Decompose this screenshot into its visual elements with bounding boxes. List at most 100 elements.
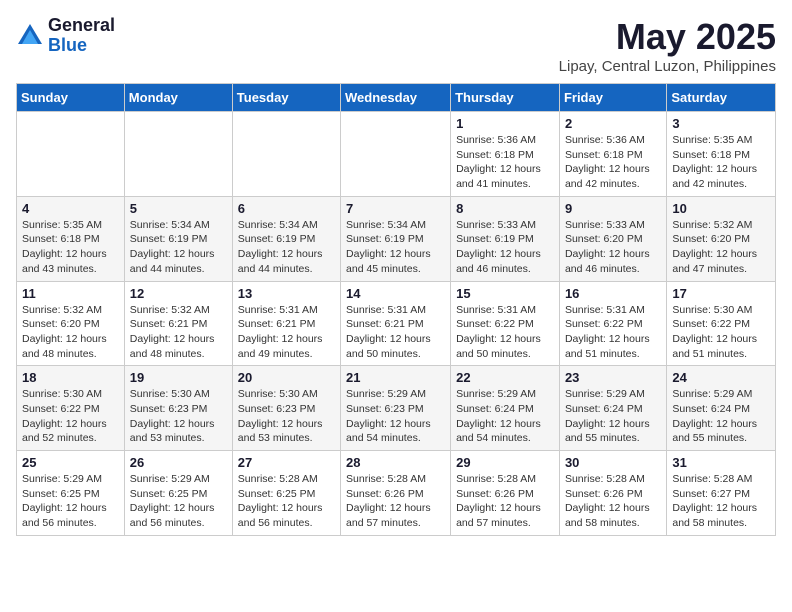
logo-blue: Blue xyxy=(48,36,115,56)
week-row-2: 4Sunrise: 5:35 AM Sunset: 6:18 PM Daylig… xyxy=(17,196,776,281)
day-info: Sunrise: 5:36 AM Sunset: 6:18 PM Dayligh… xyxy=(565,133,661,192)
day-number: 11 xyxy=(22,286,119,301)
day-info: Sunrise: 5:30 AM Sunset: 6:23 PM Dayligh… xyxy=(238,387,335,446)
day-number: 28 xyxy=(346,455,445,470)
day-number: 2 xyxy=(565,116,661,131)
calendar-cell: 2 Sunrise: 5:36 AM Sunset: 6:18 PM Daylig… xyxy=(559,112,666,197)
calendar-cell: 4Sunrise: 5:35 AM Sunset: 6:18 PM Daylig… xyxy=(17,196,125,281)
calendar-cell: 15 Sunrise: 5:31 AM Sunset: 6:22 PM Dayli… xyxy=(451,281,560,366)
day-info: Sunrise: 5:29 AM Sunset: 6:24 PM Dayligh… xyxy=(456,387,554,446)
main-title: May 2025 xyxy=(559,16,776,58)
day-number: 30 xyxy=(565,455,661,470)
weekday-header-wednesday: Wednesday xyxy=(341,84,451,112)
weekday-header-friday: Friday xyxy=(559,84,666,112)
day-info: Sunrise: 5:35 AM Sunset: 6:18 PM Dayligh… xyxy=(672,133,770,192)
day-info: Sunrise: 5:34 AM Sunset: 6:19 PM Dayligh… xyxy=(346,218,445,277)
calendar-cell: 27 Sunrise: 5:28 AM Sunset: 6:25 PM Dayli… xyxy=(232,451,340,536)
calendar-cell: 19Sunrise: 5:30 AM Sunset: 6:23 PM Dayli… xyxy=(124,366,232,451)
weekday-header-sunday: Sunday xyxy=(17,84,125,112)
day-info: Sunrise: 5:28 AM Sunset: 6:25 PM Dayligh… xyxy=(238,472,335,531)
day-number: 10 xyxy=(672,201,770,216)
day-info: Sunrise: 5:30 AM Sunset: 6:22 PM Dayligh… xyxy=(22,387,119,446)
day-info: Sunrise: 5:29 AM Sunset: 6:24 PM Dayligh… xyxy=(565,387,661,446)
day-number: 21 xyxy=(346,370,445,385)
calendar-cell: 22 Sunrise: 5:29 AM Sunset: 6:24 PM Dayli… xyxy=(451,366,560,451)
weekday-header-monday: Monday xyxy=(124,84,232,112)
day-number: 3 xyxy=(672,116,770,131)
logo-general: General xyxy=(48,16,115,36)
day-number: 13 xyxy=(238,286,335,301)
day-number: 31 xyxy=(672,455,770,470)
weekday-header-row: SundayMondayTuesdayWednesdayThursdayFrid… xyxy=(17,84,776,112)
day-info: Sunrise: 5:32 AM Sunset: 6:20 PM Dayligh… xyxy=(672,218,770,277)
day-info: Sunrise: 5:34 AM Sunset: 6:19 PM Dayligh… xyxy=(238,218,335,277)
day-info: Sunrise: 5:30 AM Sunset: 6:22 PM Dayligh… xyxy=(672,303,770,362)
calendar-table: SundayMondayTuesdayWednesdayThursdayFrid… xyxy=(16,83,776,536)
week-row-3: 11 Sunrise: 5:32 AM Sunset: 6:20 PM Dayli… xyxy=(17,281,776,366)
day-number: 23 xyxy=(565,370,661,385)
calendar-cell: 8 Sunrise: 5:33 AM Sunset: 6:19 PM Daylig… xyxy=(451,196,560,281)
calendar-cell: 3 Sunrise: 5:35 AM Sunset: 6:18 PM Daylig… xyxy=(667,112,776,197)
week-row-4: 18 Sunrise: 5:30 AM Sunset: 6:22 PM Dayli… xyxy=(17,366,776,451)
day-info: Sunrise: 5:33 AM Sunset: 6:19 PM Dayligh… xyxy=(456,218,554,277)
day-info: Sunrise: 5:29 AM Sunset: 6:23 PM Dayligh… xyxy=(346,387,445,446)
day-info: Sunrise: 5:33 AM Sunset: 6:20 PM Dayligh… xyxy=(565,218,661,277)
title-section: May 2025 Lipay, Central Luzon, Philippin… xyxy=(559,16,776,75)
day-info: Sunrise: 5:32 AM Sunset: 6:21 PM Dayligh… xyxy=(130,303,227,362)
day-info: Sunrise: 5:29 AM Sunset: 6:25 PM Dayligh… xyxy=(130,472,227,531)
day-info: Sunrise: 5:28 AM Sunset: 6:26 PM Dayligh… xyxy=(346,472,445,531)
day-info: Sunrise: 5:32 AM Sunset: 6:20 PM Dayligh… xyxy=(22,303,119,362)
calendar-cell: 24Sunrise: 5:29 AM Sunset: 6:24 PM Dayli… xyxy=(667,366,776,451)
week-row-1: 1 Sunrise: 5:36 AM Sunset: 6:18 PM Daylig… xyxy=(17,112,776,197)
day-number: 17 xyxy=(672,286,770,301)
day-number: 29 xyxy=(456,455,554,470)
calendar-cell: 10 Sunrise: 5:32 AM Sunset: 6:20 PM Dayli… xyxy=(667,196,776,281)
day-info: Sunrise: 5:31 AM Sunset: 6:21 PM Dayligh… xyxy=(238,303,335,362)
calendar-cell xyxy=(124,112,232,197)
calendar-cell xyxy=(232,112,340,197)
logo-icon xyxy=(16,22,44,50)
day-number: 27 xyxy=(238,455,335,470)
day-number: 15 xyxy=(456,286,554,301)
logo: General Blue xyxy=(16,16,115,56)
day-number: 7 xyxy=(346,201,445,216)
weekday-header-thursday: Thursday xyxy=(451,84,560,112)
day-number: 12 xyxy=(130,286,227,301)
calendar-cell: 25Sunrise: 5:29 AM Sunset: 6:25 PM Dayli… xyxy=(17,451,125,536)
day-number: 24 xyxy=(672,370,770,385)
calendar-cell: 23 Sunrise: 5:29 AM Sunset: 6:24 PM Dayli… xyxy=(559,366,666,451)
calendar-cell xyxy=(341,112,451,197)
day-info: Sunrise: 5:28 AM Sunset: 6:26 PM Dayligh… xyxy=(456,472,554,531)
calendar-cell: 14Sunrise: 5:31 AM Sunset: 6:21 PM Dayli… xyxy=(341,281,451,366)
subtitle: Lipay, Central Luzon, Philippines xyxy=(559,58,776,75)
day-info: Sunrise: 5:31 AM Sunset: 6:22 PM Dayligh… xyxy=(456,303,554,362)
day-number: 20 xyxy=(238,370,335,385)
day-info: Sunrise: 5:29 AM Sunset: 6:25 PM Dayligh… xyxy=(22,472,119,531)
calendar-cell: 30 Sunrise: 5:28 AM Sunset: 6:26 PM Dayli… xyxy=(559,451,666,536)
calendar-cell: 26 Sunrise: 5:29 AM Sunset: 6:25 PM Dayli… xyxy=(124,451,232,536)
day-info: Sunrise: 5:31 AM Sunset: 6:22 PM Dayligh… xyxy=(565,303,661,362)
calendar-cell: 28 Sunrise: 5:28 AM Sunset: 6:26 PM Dayli… xyxy=(341,451,451,536)
day-number: 1 xyxy=(456,116,554,131)
day-number: 18 xyxy=(22,370,119,385)
calendar-cell: 9Sunrise: 5:33 AM Sunset: 6:20 PM Daylig… xyxy=(559,196,666,281)
day-number: 14 xyxy=(346,286,445,301)
calendar-cell: 18 Sunrise: 5:30 AM Sunset: 6:22 PM Dayli… xyxy=(17,366,125,451)
calendar-cell: 6Sunrise: 5:34 AM Sunset: 6:19 PM Daylig… xyxy=(232,196,340,281)
day-number: 26 xyxy=(130,455,227,470)
logo-text: General Blue xyxy=(48,16,115,56)
day-number: 22 xyxy=(456,370,554,385)
day-number: 5 xyxy=(130,201,227,216)
weekday-header-saturday: Saturday xyxy=(667,84,776,112)
day-info: Sunrise: 5:28 AM Sunset: 6:26 PM Dayligh… xyxy=(565,472,661,531)
calendar-cell: 5Sunrise: 5:34 AM Sunset: 6:19 PM Daylig… xyxy=(124,196,232,281)
calendar-cell: 20 Sunrise: 5:30 AM Sunset: 6:23 PM Dayli… xyxy=(232,366,340,451)
week-row-5: 25Sunrise: 5:29 AM Sunset: 6:25 PM Dayli… xyxy=(17,451,776,536)
day-number: 8 xyxy=(456,201,554,216)
day-number: 16 xyxy=(565,286,661,301)
calendar-cell: 7 Sunrise: 5:34 AM Sunset: 6:19 PM Daylig… xyxy=(341,196,451,281)
calendar-cell: 17 Sunrise: 5:30 AM Sunset: 6:22 PM Dayli… xyxy=(667,281,776,366)
calendar-cell: 16 Sunrise: 5:31 AM Sunset: 6:22 PM Dayli… xyxy=(559,281,666,366)
weekday-header-tuesday: Tuesday xyxy=(232,84,340,112)
calendar-cell: 21 Sunrise: 5:29 AM Sunset: 6:23 PM Dayli… xyxy=(341,366,451,451)
